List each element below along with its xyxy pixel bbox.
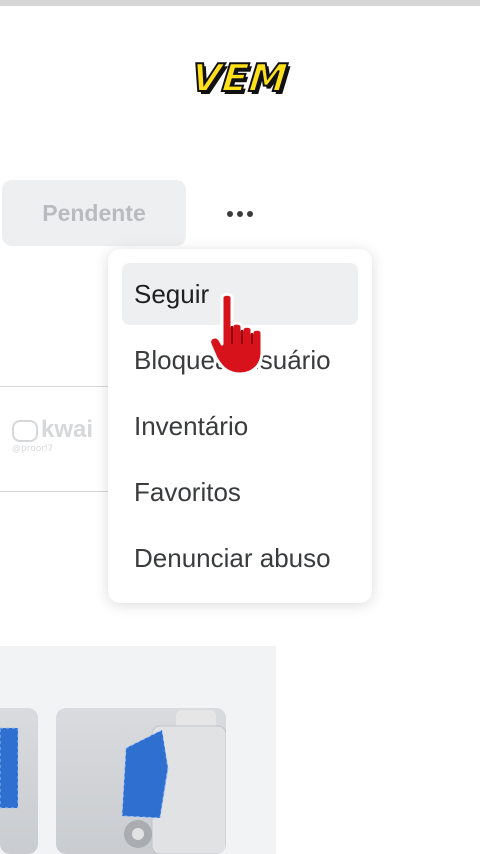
video-caption: VEM	[189, 55, 292, 101]
kwai-logo-icon	[12, 419, 38, 442]
menu-item-denunciar-abuso[interactable]: Denunciar abuso	[122, 527, 358, 589]
top-border	[0, 0, 480, 6]
hand-pointer-icon	[208, 292, 264, 376]
menu-item-favoritos[interactable]: Favoritos	[122, 461, 358, 523]
section-divider	[0, 491, 112, 492]
section-divider	[0, 386, 112, 387]
more-options-button[interactable]	[214, 196, 266, 232]
menu-item-inventario[interactable]: Inventário	[122, 395, 358, 457]
avatar-item-thumbnail	[121, 710, 226, 854]
item-card[interactable]	[0, 708, 38, 854]
item-card[interactable]	[56, 708, 226, 854]
avatar-item-thumbnail	[0, 727, 19, 809]
ellipsis-icon	[227, 211, 253, 217]
pending-button[interactable]: Pendente	[2, 180, 186, 246]
pending-button-label: Pendente	[42, 199, 146, 226]
kwai-watermark: kwai @proorl7	[12, 416, 93, 454]
watermark-handle: @proorl7	[12, 444, 54, 454]
watermark-brand: kwai	[41, 416, 94, 443]
